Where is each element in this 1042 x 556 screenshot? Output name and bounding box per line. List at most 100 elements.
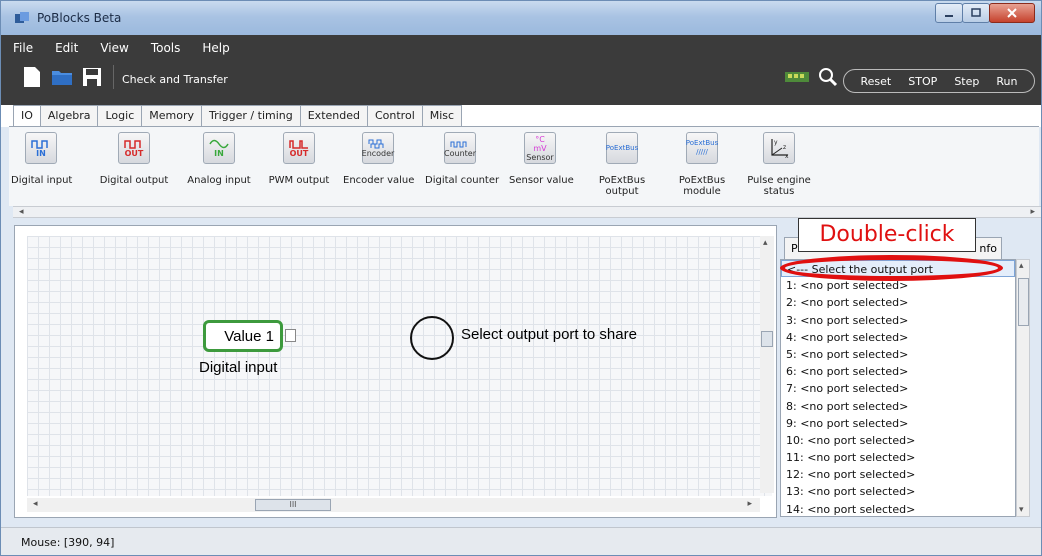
- maximize-button[interactable]: [962, 3, 990, 23]
- list-item[interactable]: 7: <no port selected>: [781, 380, 1015, 397]
- port-list-scrollbar[interactable]: ▴ ▾: [1016, 259, 1030, 517]
- palette-poextbus-output[interactable]: PoExtBus PoExtBus output: [597, 132, 647, 197]
- folder-icon: [52, 71, 72, 85]
- list-item[interactable]: 4: <no port selected>: [781, 329, 1015, 346]
- encoder-icon: Encoder: [362, 132, 394, 164]
- minimize-icon: [945, 15, 953, 17]
- svg-text:z: z: [783, 144, 786, 151]
- menu-edit[interactable]: Edit: [44, 39, 89, 57]
- search-icon[interactable]: [818, 67, 838, 87]
- list-item[interactable]: 11: <no port selected>: [781, 449, 1015, 466]
- list-item[interactable]: 8: <no port selected>: [781, 398, 1015, 415]
- scroll-left-icon[interactable]: ◂: [19, 207, 24, 217]
- scroll-left-icon[interactable]: ◂: [33, 499, 38, 509]
- palette-analog-input[interactable]: IN Analog input: [187, 132, 251, 186]
- menu-help[interactable]: Help: [191, 39, 240, 57]
- tab-trigger-timing[interactable]: Trigger / timing: [201, 105, 301, 127]
- list-item[interactable]: 12: <no port selected>: [781, 466, 1015, 483]
- close-button[interactable]: [989, 3, 1035, 23]
- output-port-list[interactable]: <--- Select the output port 1: <no port …: [780, 259, 1016, 517]
- menu-tools[interactable]: Tools: [140, 39, 192, 57]
- window-controls: [935, 3, 1035, 23]
- list-item[interactable]: 14: <no port selected>: [781, 501, 1015, 516]
- palette-scrollbar[interactable]: ◂ ▸: [13, 206, 1041, 218]
- list-item[interactable]: 10: <no port selected>: [781, 432, 1015, 449]
- step-button[interactable]: Step: [954, 75, 979, 88]
- sensor-icon: °C mV Sensor: [524, 132, 556, 164]
- minimize-button[interactable]: [935, 3, 963, 23]
- program-canvas[interactable]: Value 1 Digital input Select output port…: [14, 225, 777, 518]
- palette-digital-input[interactable]: IN Digital input: [11, 132, 72, 186]
- app-window: PoBlocks Beta File Edit View Tools Help: [0, 0, 1042, 556]
- block-caption: Digital input: [199, 359, 278, 376]
- list-item[interactable]: 6: <no port selected>: [781, 363, 1015, 380]
- scroll-down-icon[interactable]: ▾: [1019, 505, 1024, 515]
- toolbar: [21, 65, 114, 89]
- palette-poextbus-module[interactable]: PoExtBus ///// PoExtBus module: [677, 132, 727, 197]
- port-list-scroll-thumb[interactable]: [1018, 278, 1029, 326]
- palette-sensor-value[interactable]: °C mV Sensor Sensor value: [509, 132, 574, 186]
- reset-button[interactable]: Reset: [861, 75, 892, 88]
- svg-text:y: y: [774, 139, 778, 146]
- hint-text: Select output port to share: [461, 326, 637, 343]
- scroll-up-icon[interactable]: ▴: [763, 238, 768, 248]
- check-and-transfer-button[interactable]: Check and Transfer: [122, 73, 228, 86]
- run-button[interactable]: Run: [996, 75, 1017, 88]
- statusbar: Mouse: [390, 94]: [1, 527, 1041, 555]
- tab-control[interactable]: Control: [366, 105, 423, 127]
- horizontal-scroll-thumb[interactable]: III: [255, 499, 331, 511]
- digital-output-icon: OUT: [118, 132, 150, 164]
- menu-file[interactable]: File: [1, 39, 44, 57]
- digital-input-block[interactable]: Value 1: [203, 320, 283, 352]
- palette-pulse-engine-status[interactable]: yzx Pulse engine status: [747, 132, 811, 197]
- palette-digital-output[interactable]: OUT Digital output: [99, 132, 169, 186]
- palette-encoder-value[interactable]: Encoder Encoder value: [343, 132, 414, 186]
- canvas-horizontal-scrollbar[interactable]: ◂ III ▸: [27, 498, 760, 512]
- save-button[interactable]: [81, 65, 103, 89]
- tab-memory[interactable]: Memory: [141, 105, 202, 127]
- tab-algebra[interactable]: Algebra: [39, 105, 99, 127]
- list-item[interactable]: 2: <no port selected>: [781, 294, 1015, 311]
- menubar: File Edit View Tools Help: [1, 39, 241, 57]
- close-icon: [1007, 8, 1017, 18]
- tab-io[interactable]: IO: [13, 105, 41, 127]
- digital-input-icon: IN: [25, 132, 57, 164]
- list-item[interactable]: 13: <no port selected>: [781, 483, 1015, 500]
- scroll-right-icon[interactable]: ▸: [747, 499, 752, 509]
- block-output-port[interactable]: [285, 329, 296, 342]
- maximize-icon: [971, 8, 981, 17]
- pwm-output-icon: OUT: [283, 132, 315, 164]
- block-value-label: Value 1: [224, 327, 274, 345]
- list-item[interactable]: 9: <no port selected>: [781, 415, 1015, 432]
- canvas-vertical-scrollbar[interactable]: ▴: [760, 236, 774, 493]
- tab-info[interactable]: nfo: [979, 238, 997, 260]
- analog-input-icon: IN: [203, 132, 235, 164]
- mouse-position: Mouse: [390, 94]: [21, 536, 115, 549]
- new-file-button[interactable]: [21, 65, 43, 89]
- titlebar: PoBlocks Beta: [1, 1, 1041, 35]
- open-folder-button[interactable]: [51, 65, 73, 89]
- palette-pwm-output[interactable]: OUT PWM output: [267, 132, 331, 186]
- highlight-oval: [780, 255, 1003, 281]
- axis-xyz-icon: yzx: [763, 132, 795, 164]
- double-click-annotation: Double-click: [798, 218, 976, 252]
- list-item[interactable]: 5: <no port selected>: [781, 346, 1015, 363]
- window-title: PoBlocks Beta: [37, 11, 122, 25]
- block-category-tabs: IO Algebra Logic Memory Trigger / timing…: [13, 105, 463, 127]
- scroll-right-icon[interactable]: ▸: [1030, 207, 1035, 217]
- tab-extended[interactable]: Extended: [299, 105, 368, 127]
- scroll-up-icon[interactable]: ▴: [1019, 261, 1024, 271]
- tab-properties[interactable]: P: [791, 238, 798, 260]
- list-item[interactable]: 3: <no port selected>: [781, 312, 1015, 329]
- toolbar-separator: [113, 65, 114, 89]
- tab-misc[interactable]: Misc: [421, 105, 463, 127]
- canvas-grid[interactable]: Value 1 Digital input Select output port…: [27, 236, 772, 496]
- poextbus-module-icon: PoExtBus /////: [686, 132, 718, 164]
- vertical-scroll-thumb[interactable]: [761, 331, 773, 347]
- device-board-icon[interactable]: [784, 69, 810, 85]
- menu-view[interactable]: View: [89, 39, 139, 57]
- stop-button[interactable]: STOP: [908, 75, 937, 88]
- palette-digital-counter[interactable]: Counter Digital counter: [425, 132, 499, 186]
- tab-logic[interactable]: Logic: [97, 105, 143, 127]
- svg-text:x: x: [785, 153, 789, 159]
